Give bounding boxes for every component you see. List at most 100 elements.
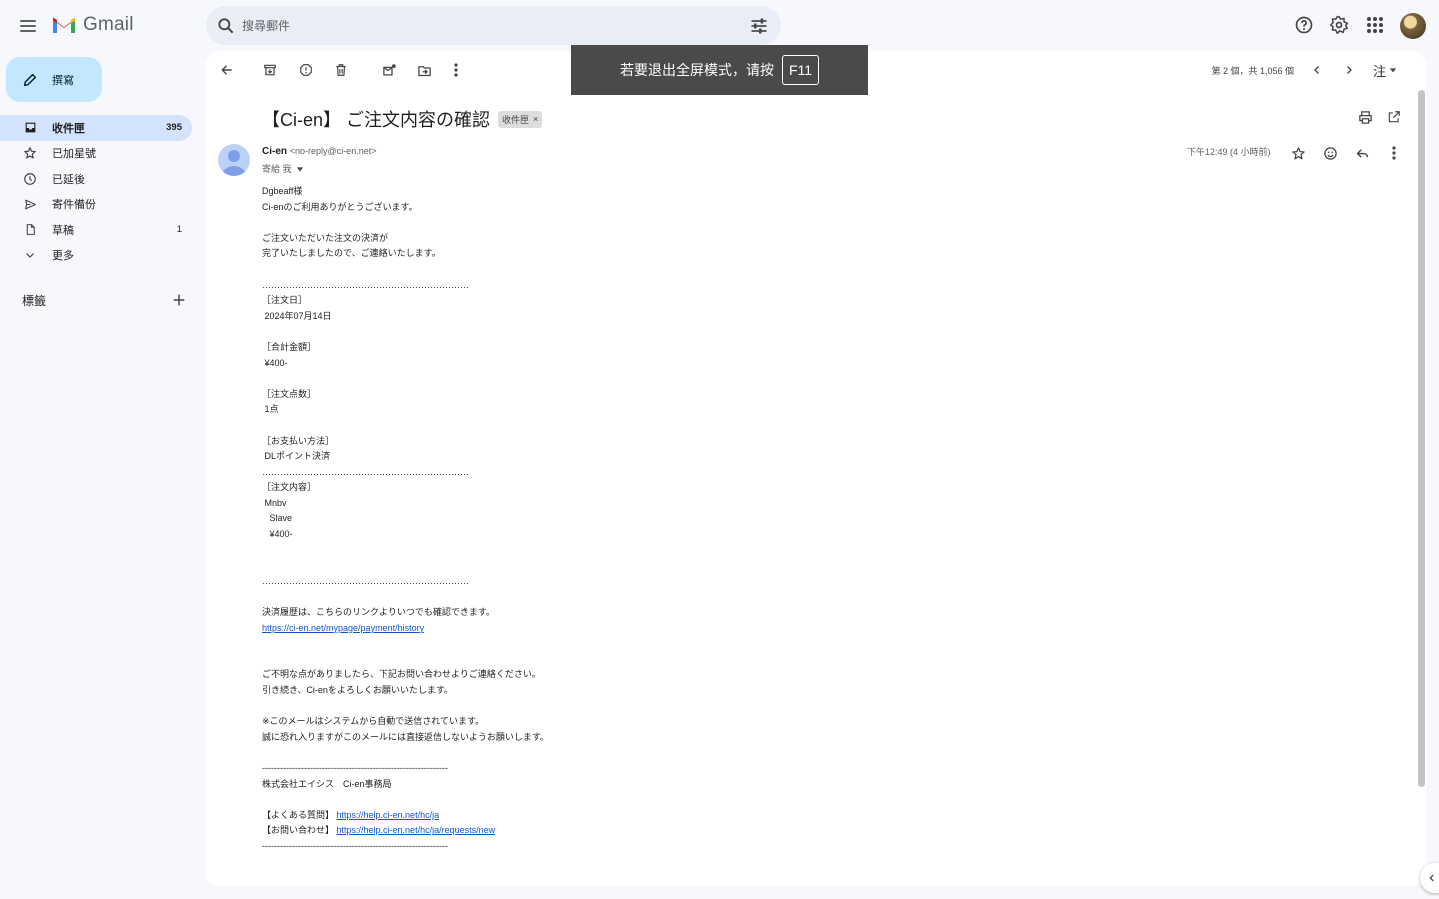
help-icon[interactable] [1293,14,1315,36]
search-options-icon[interactable] [749,16,769,36]
input-tools-dropdown[interactable]: 注 [1370,61,1400,79]
sidebar-item-label: 草稿 [52,224,74,237]
compose-label: 撰寫 [52,74,74,87]
apps-grid-icon[interactable] [1364,14,1386,36]
delete-trash-icon[interactable] [332,61,350,79]
body-line: Ci-enのご利用ありがとうございます。 [262,200,862,216]
send-icon [22,196,38,212]
body-line: ----------------------------------------… [262,761,862,777]
body-text: ----------------------------------------… [262,840,448,851]
gmail-logo-icon [53,17,75,33]
search-bar [206,6,781,45]
body-link[interactable]: https://ci-en.net/mypage/payment/history [262,623,424,633]
emoji-reaction-icon[interactable] [1321,144,1339,162]
body-line: ［注文点数］ [262,387,862,403]
newer-chevron-left-icon[interactable] [1308,61,1326,79]
pencil-icon [23,73,37,86]
inbox-icon [22,120,38,136]
fullscreen-key-badge: F11 [781,55,820,85]
body-line: https://ci-en.net/mypage/payment/history [262,621,862,637]
search-input[interactable] [242,6,722,45]
body-line: 引き続き、Ci-enをよろしくお願いいたします。 [262,683,862,699]
draft-count: 1 [176,224,182,236]
sidebar-item-snoozed[interactable]: 已延後 [0,166,192,192]
body-link[interactable]: https://help.ci-en.net/hc/ja/requests/ne… [337,825,496,835]
remove-label-icon[interactable]: × [533,114,538,124]
body-text: ※このメールはシステムから自動で送信されています。 [262,716,485,727]
star-message-icon[interactable] [1289,144,1307,162]
gmail-logo[interactable]: Gmail [51,14,134,36]
message-more-vert-icon[interactable] [1385,144,1403,162]
body-line [262,699,862,715]
chevron-down-icon [22,247,38,263]
account-avatar[interactable] [1400,13,1426,39]
print-icon[interactable] [1356,108,1374,126]
body-text: Slave [262,513,293,524]
older-chevron-right-icon[interactable] [1340,61,1358,79]
body-text: Dgbeaff様 [262,186,303,196]
body-line [262,543,862,559]
reply-icon[interactable] [1353,144,1371,162]
sidebar-item-starred[interactable]: 已加星號 [0,141,192,167]
back-arrow-icon[interactable] [218,61,236,79]
gmail-wordmark: Gmail [83,14,134,35]
body-line: 完了いたしましたので、ご連絡いたします。 [262,246,862,262]
message-body: Dgbeaff様 Ci-enのご利用ありがとうございます。 ご注文いただいた注文の決… [262,184,862,855]
body-text: ［合計金額］ [262,341,317,352]
body-text: 2024年07月14日 [262,310,332,321]
sender-name[interactable]: Ci-en [262,146,287,157]
fullscreen-exit-notice: 若要退出全屏模式，请按 F11 [571,45,868,95]
archive-icon[interactable] [261,61,279,79]
sidebar-item-label: 已延後 [52,173,85,186]
open-new-window-icon[interactable] [1385,108,1403,126]
settings-gear-icon[interactable] [1328,14,1350,36]
search-icon[interactable] [216,16,236,36]
sidebar-item-inbox[interactable]: 收件匣 395 [0,115,192,141]
message-timestamp: 下午12:49 (4 小時前) [1187,147,1271,157]
body-line: ［合計金額］ [262,340,862,356]
labels-title: 標籤 [22,294,47,308]
inbox-label-chip[interactable]: 收件匣 × [498,110,543,128]
caret-down-icon [1389,68,1397,73]
recipient-details-toggle[interactable]: 寄給 我 [262,162,304,175]
sidebar-item-sent[interactable]: 寄件備份 [0,192,192,218]
body-link[interactable]: https://help.ci-en.net/hc/ja [337,810,440,820]
report-spam-icon[interactable] [297,61,315,79]
sender-email: <no-reply@ci-en.net> [289,146,377,156]
body-line: 株式会社エイシス Ci-en事務局 [262,777,862,793]
mark-unread-icon[interactable] [380,61,398,79]
star-icon [22,145,38,161]
move-to-icon[interactable] [415,61,433,79]
sidebar-item-drafts[interactable]: 草稿 1 [0,217,192,243]
more-vert-icon[interactable] [447,61,465,79]
body-line: 誠に恐れ入りますがこのメールには直接返信しないようお願いします。 [262,730,862,746]
add-label-icon[interactable] [171,292,187,308]
body-text: ¥400- [262,357,288,368]
main-menu-button[interactable] [14,12,42,40]
body-line [262,324,862,340]
subject-text: 【Ci-en】 ご注文内容の確認 [262,110,491,130]
body-text: 引き続き、Ci-enをよろしくお願いいたします。 [262,685,453,695]
draft-icon [22,222,38,238]
body-line [262,262,862,278]
body-line: 【お問い合わせ】 https://help.ci-en.net/hc/ja/re… [262,823,862,839]
show-side-panel-button[interactable] [1420,863,1439,893]
sidebar-item-more[interactable]: 更多 [0,243,192,269]
body-text: 完了いたしましたので、ご連絡いたします。 [262,248,441,259]
body-line: Dgbeaff様 [262,184,862,200]
compose-button[interactable]: 撰寫 [6,57,102,102]
body-line: ¥400- [262,356,862,372]
body-line: ［注文日］ [262,293,862,309]
body-line [262,371,862,387]
scrollbar[interactable] [1418,90,1425,787]
chip-label: 收件匣 [502,114,530,125]
sender-avatar[interactable] [218,144,250,176]
fullscreen-notice-text: 若要退出全屏模式，请按 [619,62,774,78]
message-view: 第 2 個，共 1,056 個 注 【Ci-en】 ご注文内容の確認 收件匣 ×… [205,51,1427,886]
body-text: 【お問い合わせ】 [262,825,337,836]
body-text: ［注文日］ [262,295,308,306]
body-text: Ci-enのご利用ありがとうございます。 [262,201,418,212]
body-text: …………………………………………………………… [262,575,469,586]
body-line: DLポイント決済 [262,449,862,465]
body-line [262,792,862,808]
